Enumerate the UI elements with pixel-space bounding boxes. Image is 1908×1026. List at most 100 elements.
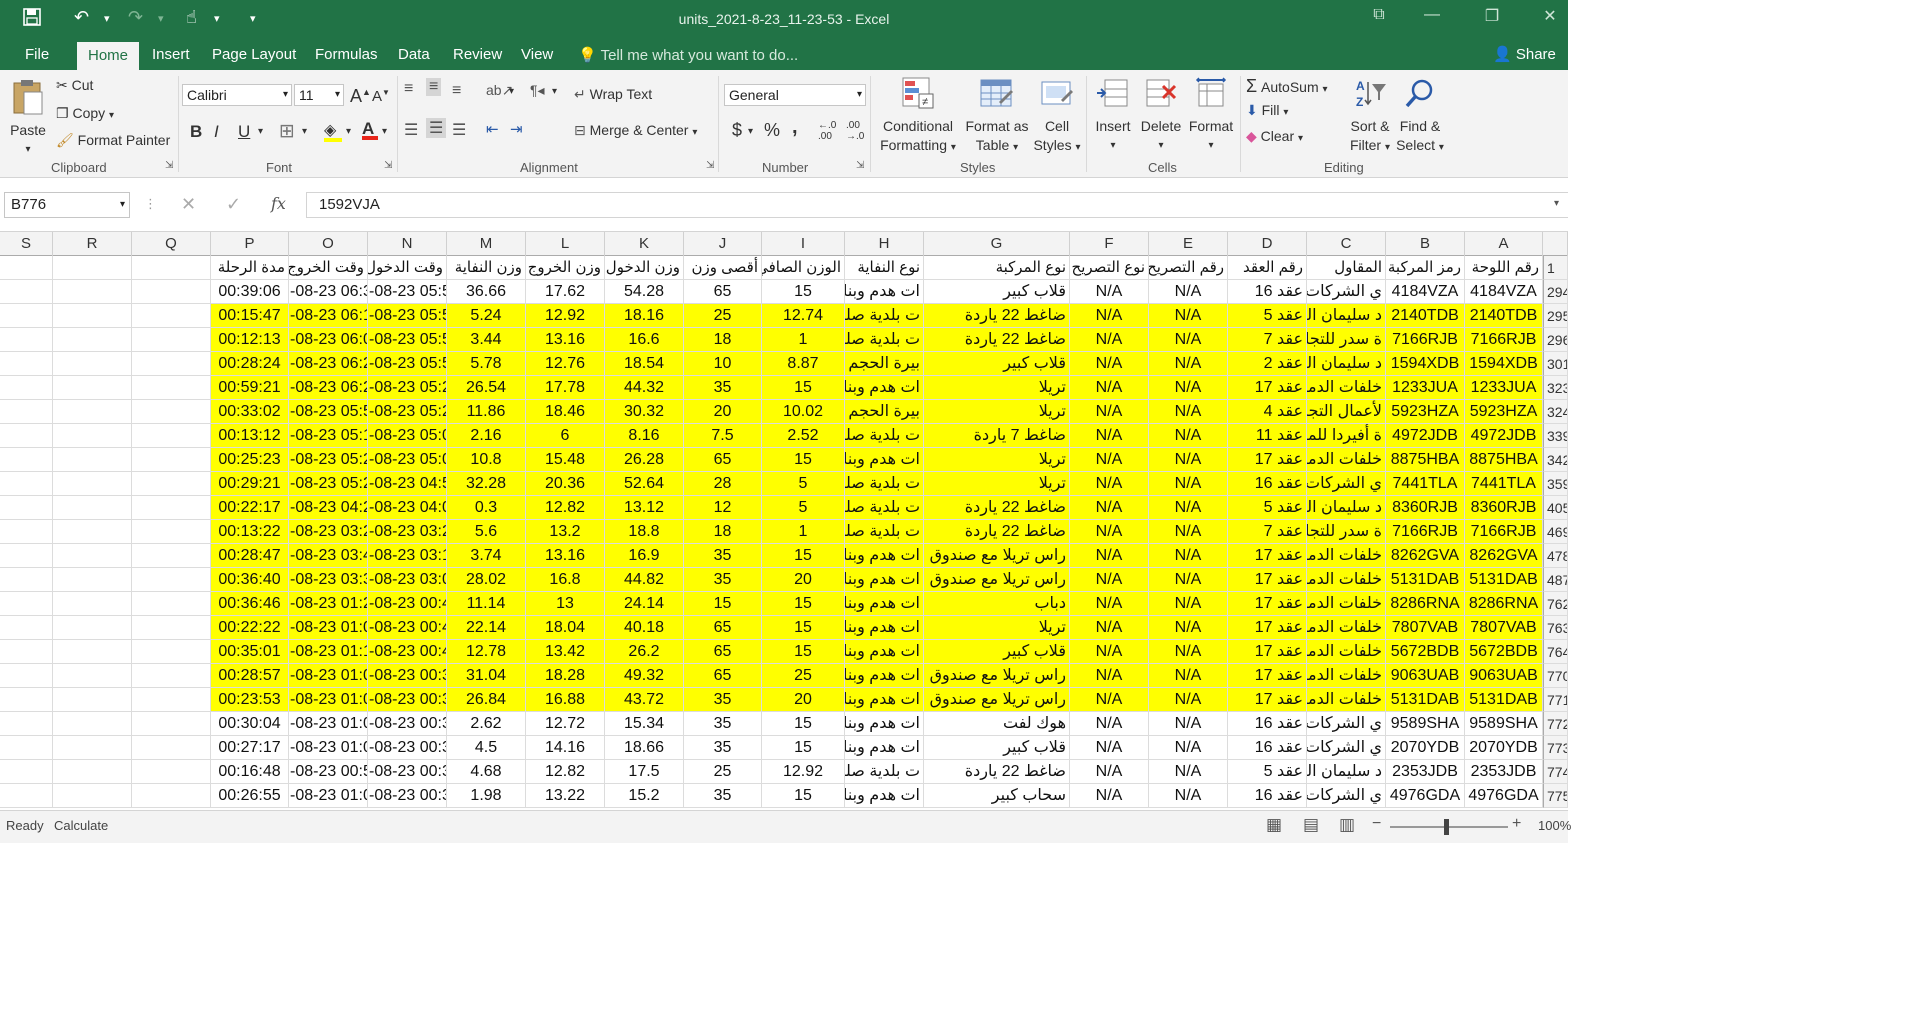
cell-q[interactable] — [132, 688, 211, 712]
cell-g[interactable]: ضاغط 22 ياردة — [924, 520, 1070, 544]
cell-b[interactable]: 8875HBA — [1386, 448, 1465, 472]
share-button[interactable]: 👤 Share — [1493, 45, 1556, 63]
cell-n[interactable]: -08-23 00:3 — [368, 760, 447, 784]
wrap-text-button[interactable]: ↵ Wrap Text — [574, 86, 652, 103]
cell-a[interactable]: 5131DAB — [1465, 568, 1543, 592]
align-center-icon[interactable]: ☰ — [426, 118, 447, 138]
cell-d[interactable]: عقد 7 — [1228, 328, 1307, 352]
percent-style-button[interactable]: % — [764, 120, 780, 141]
expand-formula-icon[interactable]: ▾ — [1554, 198, 1559, 209]
row-header[interactable]: 1 — [1543, 256, 1568, 280]
header-cell-e[interactable]: رقم التصريح — [1149, 256, 1228, 280]
cell-r[interactable] — [53, 280, 132, 304]
cell-d[interactable]: عقد 16 — [1228, 280, 1307, 304]
cell-l[interactable]: 14.16 — [526, 736, 605, 760]
column-header-e[interactable]: E — [1149, 232, 1228, 256]
cell-h[interactable]: ات هدم وبناء — [845, 664, 924, 688]
cell-s[interactable] — [0, 568, 53, 592]
cell-e[interactable]: N/A — [1149, 496, 1228, 520]
column-header-g[interactable]: G — [924, 232, 1070, 256]
cell-d[interactable]: عقد 7 — [1228, 520, 1307, 544]
cell-s[interactable] — [0, 280, 53, 304]
cell-o[interactable]: -08-23 04:2 — [289, 496, 368, 520]
cell-i[interactable]: 8.87 — [762, 352, 845, 376]
underline-dropdown-icon[interactable]: ▾ — [258, 126, 263, 137]
cell-h[interactable]: ات هدم وبناء — [845, 640, 924, 664]
header-cell-p[interactable]: مدة الرحلة — [211, 256, 289, 280]
align-right-icon[interactable]: ☰ — [452, 120, 466, 140]
cell-a[interactable]: 5923HZA — [1465, 400, 1543, 424]
row-header[interactable]: 295 — [1543, 304, 1568, 328]
cell-s[interactable] — [0, 592, 53, 616]
cell-m[interactable]: 2.62 — [447, 712, 526, 736]
cell-r[interactable] — [53, 568, 132, 592]
cell-k[interactable]: 43.72 — [605, 688, 684, 712]
cell-a[interactable]: 7441TLA — [1465, 472, 1543, 496]
cell-q[interactable] — [132, 472, 211, 496]
name-box[interactable]: B776 ▾ — [4, 192, 130, 218]
cell-n[interactable]: -08-23 05:5 — [368, 352, 447, 376]
cell-o[interactable]: -08-23 01:0 — [289, 784, 368, 808]
cell-j[interactable]: 10 — [684, 352, 762, 376]
fill-color-dropdown-icon[interactable]: ▾ — [346, 126, 351, 137]
cell-b[interactable]: 7166RJB — [1386, 328, 1465, 352]
cell-n[interactable]: -08-23 00:3 — [368, 688, 447, 712]
cell-l[interactable]: 13.16 — [526, 328, 605, 352]
column-header-d[interactable]: D — [1228, 232, 1307, 256]
cell-j[interactable]: 20 — [684, 400, 762, 424]
cell-h[interactable]: ات هدم وبناء — [845, 568, 924, 592]
cell-e[interactable]: N/A — [1149, 376, 1228, 400]
cell-o[interactable]: -08-23 00:5 — [289, 760, 368, 784]
cell-e[interactable]: N/A — [1149, 664, 1228, 688]
cell-h[interactable]: بيرة الحجم ( — [845, 400, 924, 424]
cell-e[interactable]: N/A — [1149, 544, 1228, 568]
cell-d[interactable]: عقد 16 — [1228, 736, 1307, 760]
cell-p[interactable]: 00:28:24 — [211, 352, 289, 376]
cell-j[interactable]: 12 — [684, 496, 762, 520]
cell-h[interactable]: ات هدم وبناء — [845, 376, 924, 400]
cell-n[interactable]: -08-23 00:3 — [368, 712, 447, 736]
cell-e[interactable]: N/A — [1149, 424, 1228, 448]
cell-k[interactable]: 18.54 — [605, 352, 684, 376]
cell-l[interactable]: 18.46 — [526, 400, 605, 424]
cell-a[interactable]: 7166RJB — [1465, 328, 1543, 352]
paste-button[interactable]: Paste ▾ — [6, 78, 50, 159]
insert-function-button[interactable]: fx — [271, 194, 286, 213]
top-align-icon[interactable]: ≡ — [404, 80, 413, 98]
cell-j[interactable]: 18 — [684, 328, 762, 352]
cell-f[interactable]: N/A — [1070, 448, 1149, 472]
cell-r[interactable] — [53, 400, 132, 424]
cell-p[interactable]: 00:22:22 — [211, 616, 289, 640]
cell-k[interactable]: 16.9 — [605, 544, 684, 568]
cell-p[interactable]: 00:26:55 — [211, 784, 289, 808]
cell-c[interactable]: ي الشركات التي — [1307, 736, 1386, 760]
column-header-l[interactable]: L — [526, 232, 605, 256]
cell-k[interactable]: 8.16 — [605, 424, 684, 448]
cell-l[interactable]: 13.16 — [526, 544, 605, 568]
cell-p[interactable]: 00:22:17 — [211, 496, 289, 520]
header-cell-c[interactable]: المقاول — [1307, 256, 1386, 280]
cell-c[interactable]: ة سدر للتجار — [1307, 520, 1386, 544]
text-direction-dropdown-icon[interactable]: ▾ — [552, 86, 557, 97]
cell-f[interactable]: N/A — [1070, 520, 1149, 544]
cell-b[interactable]: 8286RNA — [1386, 592, 1465, 616]
accounting-format-button[interactable]: $ — [732, 120, 742, 141]
cell-c[interactable]: ي الشركات التي — [1307, 784, 1386, 808]
cell-o[interactable]: -08-23 01:0 — [289, 712, 368, 736]
cell-f[interactable]: N/A — [1070, 688, 1149, 712]
cell-b[interactable]: 4972JDB — [1386, 424, 1465, 448]
cell-j[interactable]: 65 — [684, 664, 762, 688]
header-cell-n[interactable]: وقت الدخول — [368, 256, 447, 280]
cell-m[interactable]: 4.5 — [447, 736, 526, 760]
cell-g[interactable]: راس تريلا مع صندوق — [924, 568, 1070, 592]
cell-n[interactable]: -08-23 00:3 — [368, 736, 447, 760]
close-icon[interactable]: ✕ — [1535, 6, 1565, 26]
cell-f[interactable]: N/A — [1070, 664, 1149, 688]
cell-g[interactable]: قلاب كبير — [924, 280, 1070, 304]
cell-styles-button[interactable]: Cell Styles ▾ — [1032, 76, 1082, 157]
cell-c[interactable]: د سليمان الفو — [1307, 304, 1386, 328]
cell-g[interactable]: قلاب كبير — [924, 640, 1070, 664]
find-select-button[interactable]: Find & Select ▾ — [1396, 76, 1444, 157]
insert-cells-button[interactable]: Insert ▾ — [1090, 76, 1136, 155]
cell-o[interactable]: -08-23 03:2 — [289, 520, 368, 544]
